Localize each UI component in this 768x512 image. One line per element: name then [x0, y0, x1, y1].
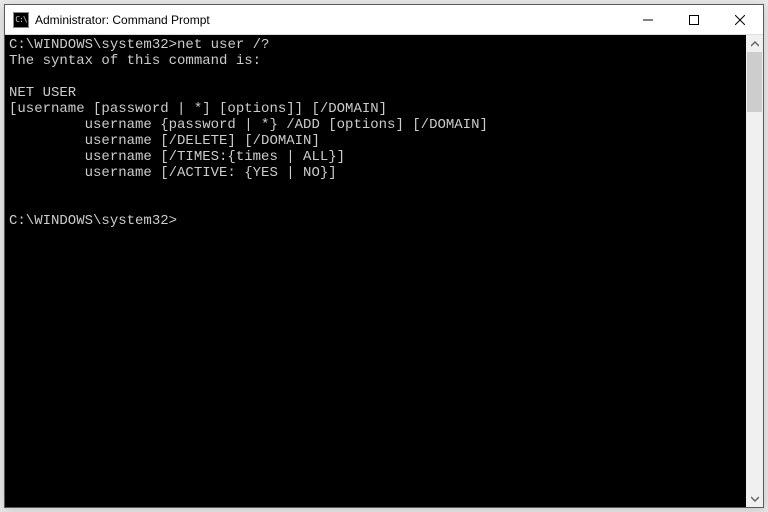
maximize-button[interactable]	[671, 5, 717, 34]
output-line: username {password | *} /ADD [options] […	[9, 117, 488, 133]
output-line: username [/DELETE] [/DOMAIN]	[9, 133, 320, 149]
command-input-1: net user /?	[177, 37, 269, 53]
terminal-output[interactable]: C:\WINDOWS\system32>net user /? The synt…	[5, 35, 746, 507]
scroll-up-button[interactable]	[746, 35, 763, 52]
output-line: NET USER	[9, 85, 76, 101]
prompt-1: C:\WINDOWS\system32>	[9, 37, 177, 53]
close-button[interactable]	[717, 5, 763, 34]
output-line: username [/ACTIVE: {YES | NO}]	[9, 165, 337, 181]
chevron-down-icon	[751, 495, 759, 503]
output-line: The syntax of this command is:	[9, 53, 261, 69]
output-line: username [/TIMES:{times | ALL}]	[9, 149, 345, 165]
client-area: C:\WINDOWS\system32>net user /? The synt…	[5, 35, 763, 507]
vertical-scrollbar[interactable]	[746, 35, 763, 507]
chevron-up-icon	[751, 40, 759, 48]
app-icon: C:\	[13, 12, 29, 28]
window-controls	[625, 5, 763, 34]
prompt-2: C:\WINDOWS\system32>	[9, 213, 177, 229]
window-title: Administrator: Command Prompt	[35, 13, 210, 27]
scroll-down-button[interactable]	[746, 490, 763, 507]
scrollbar-track[interactable]	[746, 52, 763, 490]
minimize-button[interactable]	[625, 5, 671, 34]
maximize-icon	[689, 15, 699, 25]
titlebar[interactable]: C:\ Administrator: Command Prompt	[5, 5, 763, 35]
minimize-icon	[643, 15, 653, 25]
close-icon	[735, 15, 745, 25]
scrollbar-thumb[interactable]	[747, 52, 762, 112]
command-prompt-window: C:\ Administrator: Command Prompt C:\WIN…	[4, 4, 764, 508]
output-line: [username [password | *] [options]] [/DO…	[9, 101, 387, 117]
